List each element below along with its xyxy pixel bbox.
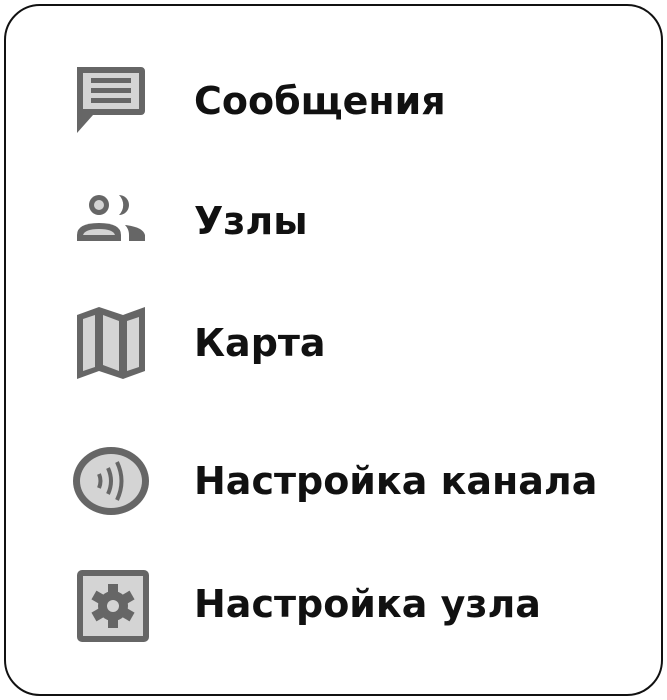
menu-item-label: Карта: [194, 321, 326, 365]
menu-item-messages[interactable]: Сообщения: [66, 56, 446, 146]
settings-icon: [66, 559, 156, 649]
channel-icon: [66, 436, 156, 526]
menu-item-label: Узлы: [194, 199, 308, 243]
menu-item-channel-settings[interactable]: Настройка канала: [66, 436, 597, 526]
menu-item-label: Сообщения: [194, 79, 446, 123]
message-icon: [66, 56, 156, 146]
menu-item-label: Настройка узла: [194, 582, 541, 626]
menu-item-nodes[interactable]: Узлы: [66, 176, 308, 266]
people-icon: [66, 176, 156, 266]
map-icon: [66, 298, 156, 388]
navigation-menu: Сообщения Узлы Карта Настройка канала На…: [4, 4, 663, 696]
menu-item-label: Настройка канала: [194, 459, 598, 503]
menu-item-map[interactable]: Карта: [66, 298, 326, 388]
menu-item-node-settings[interactable]: Настройка узла: [66, 559, 541, 649]
